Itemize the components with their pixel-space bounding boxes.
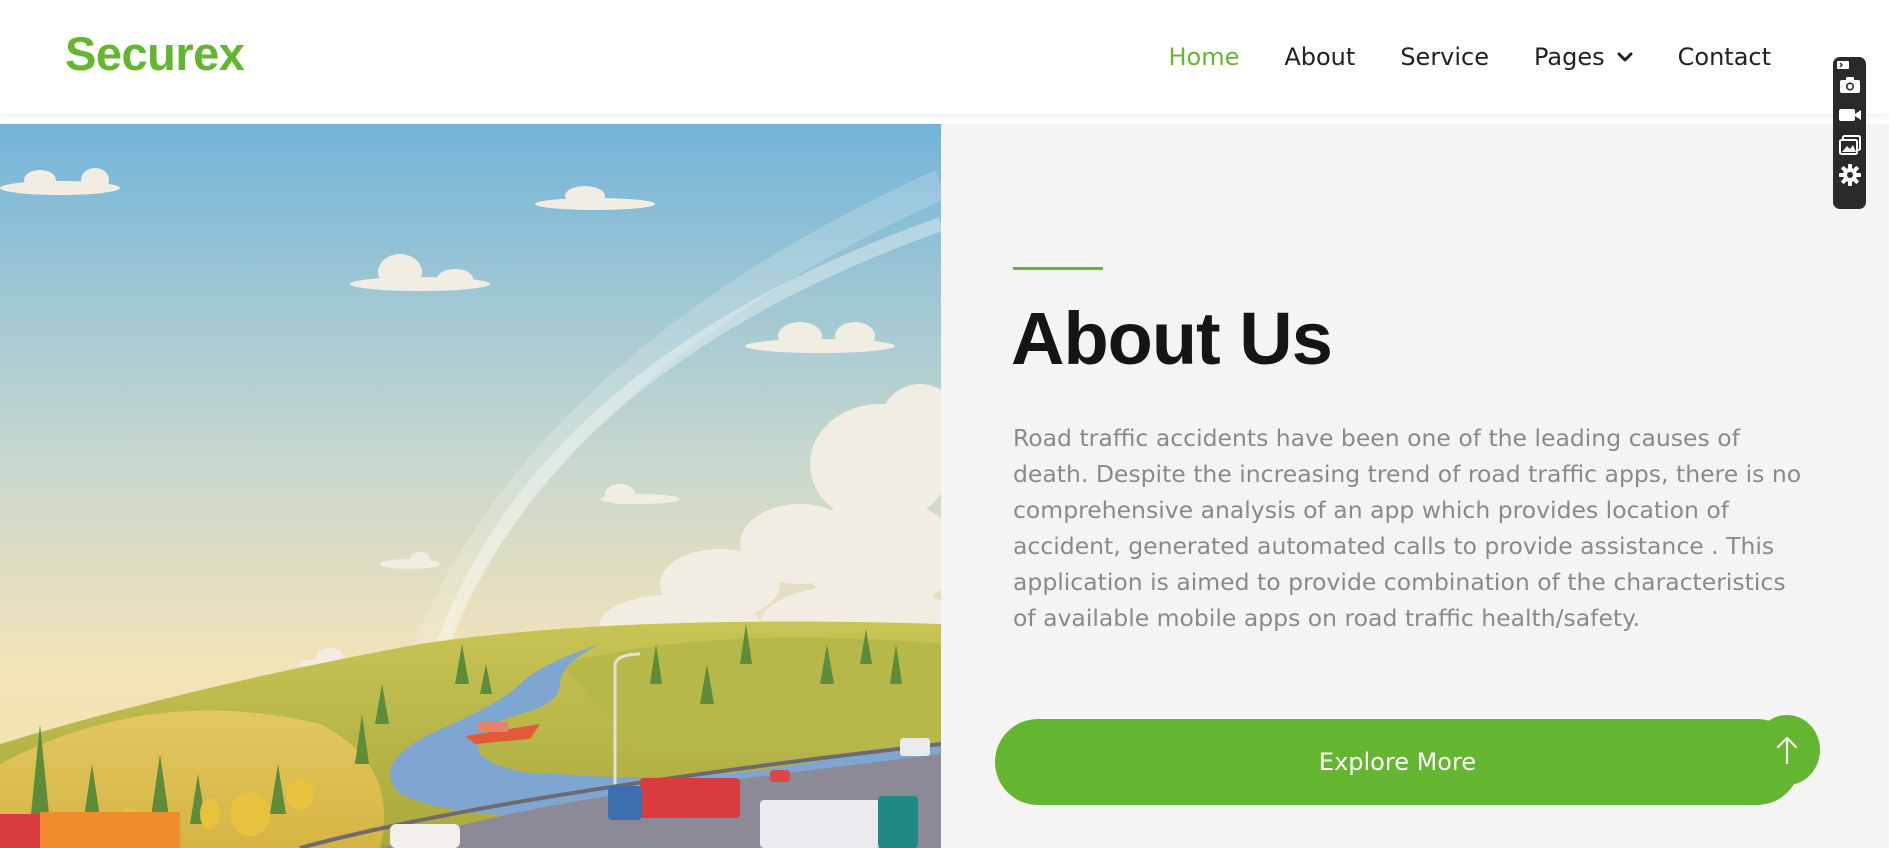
chevron-down-icon xyxy=(1617,52,1633,62)
landscape-image xyxy=(0,124,941,848)
video-button[interactable] xyxy=(1836,100,1864,130)
explore-more-button[interactable]: Explore More xyxy=(995,719,1800,805)
gallery-button[interactable] xyxy=(1836,130,1864,160)
about-section: About Us Road traffic accidents have bee… xyxy=(941,124,1889,848)
nav-service[interactable]: Service xyxy=(1400,43,1489,71)
main-nav: Home About Service Pages Contact xyxy=(1168,0,1771,114)
arrow-up-icon xyxy=(1776,736,1798,765)
nav-pages-label: Pages xyxy=(1534,43,1605,71)
section-title: About Us xyxy=(1011,297,1333,380)
camera-icon xyxy=(1839,77,1860,93)
gear-icon xyxy=(1838,164,1861,186)
about-paragraph: Road traffic accidents have been one of … xyxy=(1013,424,1802,632)
nav-pages[interactable]: Pages xyxy=(1534,43,1633,71)
title-accent-line xyxy=(1013,267,1103,270)
back-to-top-button[interactable] xyxy=(1754,715,1820,785)
nav-contact[interactable]: Contact xyxy=(1678,43,1771,71)
navbar: Securex Home About Service Pages Contact xyxy=(0,0,1889,114)
camera-button[interactable] xyxy=(1836,70,1864,100)
brand-logo[interactable]: Securex xyxy=(65,26,245,81)
screenshot-toolbar xyxy=(1833,57,1866,209)
video-icon xyxy=(1838,109,1861,121)
nav-home[interactable]: Home xyxy=(1168,43,1239,71)
nav-about[interactable]: About xyxy=(1284,43,1355,71)
highway-illustration xyxy=(0,124,941,848)
pin-icon[interactable] xyxy=(1836,60,1850,70)
gallery-icon xyxy=(1838,135,1861,155)
settings-button[interactable] xyxy=(1836,160,1864,190)
